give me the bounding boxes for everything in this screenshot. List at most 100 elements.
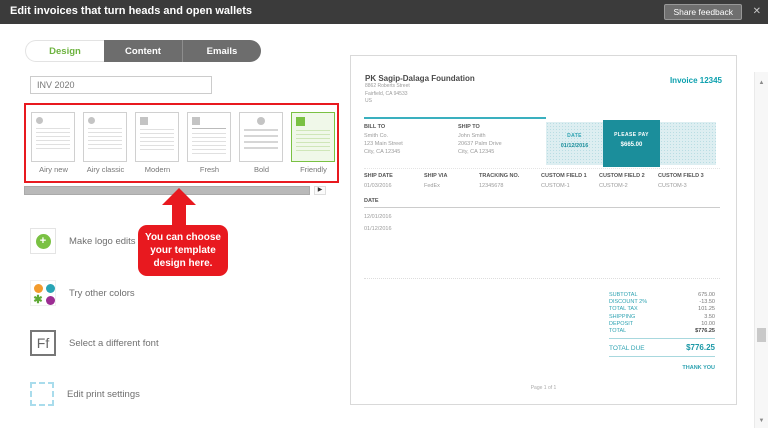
scroll-down-icon[interactable]: ▼ — [755, 418, 768, 424]
template-thumb-fresh[interactable]: Fresh — [187, 112, 232, 181]
meta-column: SHIP DATE 01/03/2016 — [364, 173, 424, 189]
meta-label: SHIP VIA — [424, 173, 448, 179]
scroll-up-icon[interactable]: ▲ — [755, 80, 768, 86]
font-Ff-icon: Ff — [30, 330, 56, 356]
template-preview — [187, 112, 231, 162]
total-value: 675.00 — [698, 292, 715, 298]
date-label: DATE — [567, 133, 582, 139]
edit-print-settings-option[interactable]: Edit print settings — [30, 382, 140, 406]
template-thumb-bold[interactable]: Bold — [239, 112, 284, 181]
divider — [192, 128, 226, 129]
meta-value: CUSTOM-2 — [599, 183, 628, 189]
total-value: 10.00 — [701, 320, 715, 327]
company-name: PK Sagip-Dalaga Foundation — [365, 74, 475, 83]
ship-to-line: John Smith — [458, 133, 486, 139]
total-label: SHIPPING — [609, 313, 636, 320]
meta-column: CUSTOM FIELD 2 CUSTOM-2 — [599, 173, 658, 189]
logo-placeholder-icon — [88, 117, 95, 124]
text-lines-placeholder — [244, 129, 278, 151]
template-thumb-airy-new[interactable]: Airy new — [31, 112, 76, 181]
scroll-right-icon[interactable]: ▶ — [314, 186, 326, 195]
bill-to-line: Smith Co. — [364, 133, 389, 139]
template-thumb-label: Fresh — [199, 165, 220, 174]
template-thumb-airy-classic[interactable]: Airy classic — [83, 112, 128, 181]
scrollbar-thumb[interactable] — [757, 328, 766, 342]
meta-value: CUSTOM-3 — [658, 183, 687, 189]
divider — [364, 117, 546, 119]
template-thumb-label: Modern — [144, 165, 171, 174]
template-thumb-label: Friendly — [300, 165, 327, 174]
total-value: -13.50 — [699, 299, 715, 306]
logo-placeholder-icon — [257, 117, 265, 125]
total-label: DEPOSIT — [609, 320, 634, 327]
tab-design[interactable]: Design — [25, 40, 104, 62]
meta-label: CUSTOM FIELD 2 — [599, 173, 645, 179]
template-thumb-modern[interactable]: Modern — [135, 112, 180, 181]
meta-column: TRACKING NO. 12345678 — [479, 173, 541, 189]
modal-header: Edit invoices that turn heads and open w… — [0, 0, 768, 24]
meta-value: 01/03/2016 — [364, 183, 392, 189]
template-strip: Airy new Airy classic Modern Fresh Bold … — [24, 103, 339, 183]
company-block: PK Sagip-Dalaga Foundation 8862 Roberts … — [365, 74, 475, 106]
tab-content[interactable]: Content — [104, 40, 182, 62]
vertical-scrollbar[interactable]: ▲ ▼ — [754, 72, 768, 428]
bill-to-block: BILL TO Smith Co. 123 Main Street City, … — [364, 124, 403, 157]
total-row: TOTAL TAX 101.25 — [609, 306, 715, 313]
share-feedback-button[interactable]: Share feedback — [664, 4, 742, 20]
total-due-value: $776.25 — [686, 343, 715, 353]
meta-label: CUSTOM FIELD 1 — [541, 173, 587, 179]
text-lines-placeholder — [140, 129, 174, 151]
try-other-colors-option[interactable]: ✱ Try other colors — [30, 280, 135, 306]
total-label: SUBTOTAL — [609, 292, 638, 298]
option-label: Edit print settings — [67, 388, 140, 400]
template-thumb-label: Airy new — [39, 165, 68, 174]
page-indicator: Page 1 of 1 — [530, 385, 557, 391]
meta-column: SHIP VIA FedEx — [424, 173, 479, 189]
text-lines-placeholder — [88, 128, 122, 150]
tab-emails[interactable]: Emails — [182, 40, 261, 62]
option-label: Select a different font — [69, 337, 159, 349]
color-dots-icon: ✱ — [30, 280, 56, 306]
meta-value: CUSTOM-1 — [541, 183, 570, 189]
table-header: DATE — [364, 198, 720, 208]
text-lines-placeholder — [192, 133, 226, 155]
please-pay-box: PLEASE PAY $665.00 — [603, 120, 660, 167]
bill-to-line: City, CA 12345 — [364, 148, 401, 155]
please-pay-label: PLEASE PAY — [614, 132, 649, 138]
meta-label: TRACKING NO. — [479, 173, 520, 179]
select-different-font-option[interactable]: Ff Select a different font — [30, 330, 159, 356]
total-value: 3.50 — [704, 313, 715, 320]
thank-you-note: THANK YOU — [682, 365, 715, 372]
template-preview — [135, 112, 179, 162]
ship-to-label: SHIP TO — [458, 124, 480, 130]
template-preview — [291, 112, 335, 162]
text-lines-placeholder — [296, 130, 330, 152]
invoice-name-input[interactable] — [30, 76, 212, 94]
company-address-line: Fairfield, CA 94533 — [365, 90, 408, 97]
total-value: $776.25 — [695, 328, 715, 335]
total-value: 101.25 — [698, 306, 715, 313]
meta-label: CUSTOM FIELD 3 — [658, 173, 704, 179]
date-cell: DATE 01/12/2016 — [546, 122, 603, 165]
total-row: DEPOSIT 10.00 — [609, 321, 715, 328]
total-label: DISCOUNT 2% — [609, 299, 648, 306]
print-margins-icon — [30, 382, 54, 406]
tab-emails-label: Emails — [206, 45, 238, 57]
template-preview — [83, 112, 127, 162]
logo-placeholder-icon — [36, 117, 43, 124]
template-preview — [239, 112, 283, 162]
close-icon[interactable]: ✕ — [753, 6, 761, 18]
bill-to-line: 123 Main Street — [364, 140, 403, 147]
invoice-line-table: DATE 12/01/2016 01/12/2016 — [364, 198, 720, 232]
orange-dot-icon — [33, 283, 43, 293]
total-label: TOTAL TAX — [609, 306, 638, 313]
company-address-line: 8862 Roberts Street — [365, 83, 410, 89]
date-value: 01/12/2016 — [560, 143, 589, 149]
annotation-arrow-shaft — [172, 204, 186, 227]
logo-placeholder-icon — [192, 117, 200, 125]
invoice-number: Invoice 12345 — [669, 76, 722, 85]
tab-bar: Design Content Emails — [25, 40, 261, 62]
template-preview — [31, 112, 75, 162]
template-thumb-friendly-selected[interactable]: Friendly — [291, 112, 336, 181]
make-logo-edits-option[interactable]: + Make logo edits — [30, 228, 136, 254]
